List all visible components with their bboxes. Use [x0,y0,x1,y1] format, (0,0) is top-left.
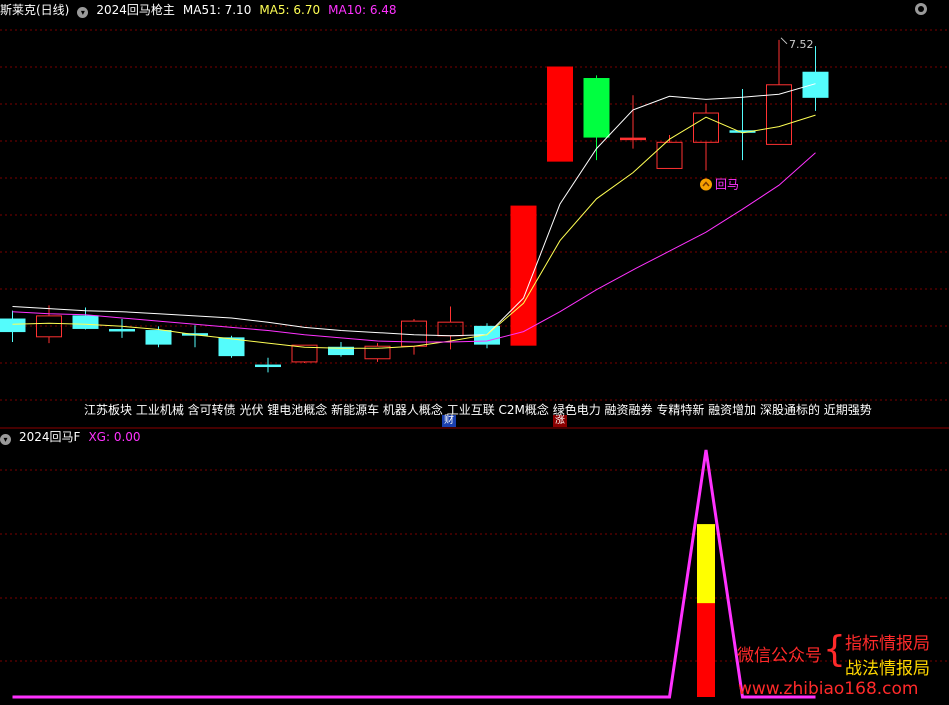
huima-label: 回马 [715,178,739,192]
candle-body [802,71,829,98]
sub-indicator-name[interactable]: 2024回马F [19,430,80,444]
indicator-name[interactable]: 2024回马枪主 [96,3,175,17]
cai-badge[interactable]: 财 [442,415,456,427]
zhang-badge[interactable]: 涨 [553,415,567,427]
candle-body [72,315,99,329]
candle-body [145,330,172,345]
high-pointer [780,37,788,45]
watermark-line2: 战法情报局 [845,659,930,679]
candle-body [255,364,281,368]
watermark-wechat: 微信公众号 [737,646,822,666]
sub-header: ▾ 2024回马F XG: 0.00 [0,428,149,446]
xg-signal-line [12,449,816,699]
candle-body [656,141,683,169]
ma51-line [12,83,816,337]
candle-body [0,318,26,333]
moving-averages-layer: 7.52 回马 [12,37,816,349]
watermark-line1: 指标情报局 [845,634,930,654]
ma51-readout: MA51: 7.10 [182,3,252,17]
watermark-brace: { [823,629,846,670]
candles-layer[interactable] [0,39,829,373]
candle-body [620,137,646,141]
xg-readout: XG: 0.00 [88,430,141,444]
collapse-icon[interactable]: ▾ [77,7,89,18]
main-header: 斯莱克(日线) ▾ 2024回马枪主 MA51: 7.10 MA5: 6.70 MA10:… [0,1,405,19]
huima-up-icon [700,178,712,191]
candle-body [547,66,573,162]
settings-icon[interactable] [915,3,927,15]
ma5-line [12,114,816,349]
kline-chart: 7.52 回马 [0,29,949,699]
ma5-readout: MA5: 6.70 [259,3,321,17]
signal-layer [12,449,816,699]
stock-name[interactable]: 斯莱克(日线) [0,3,69,17]
candle-body [218,337,245,357]
high-price-label: 7.52 [789,38,814,51]
collapse-icon[interactable]: ▾ [0,434,11,445]
signal-bar-red [697,603,715,697]
candle-body [437,321,464,337]
concept-tags: 江苏板块 工业机械 含可转债 光伏 锂电池概念 新能源车 机器人概念 工业互联 … [84,403,872,417]
ma10-readout: MA10: 6.48 [328,3,397,17]
ma10-line [12,152,816,343]
watermark-url: www.zhibiao168.com [738,679,919,699]
sub-grid [0,469,949,662]
candle-body [583,78,610,138]
candle-body [109,328,135,332]
